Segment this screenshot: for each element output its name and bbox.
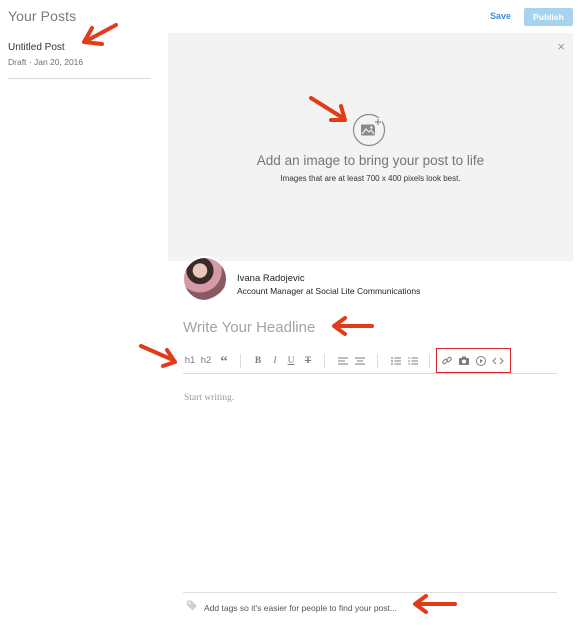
toolbar-divider xyxy=(429,354,430,368)
heading-2-button[interactable]: h2 xyxy=(199,352,213,370)
sidebar-title: Your Posts xyxy=(8,8,77,24)
italic-button[interactable]: I xyxy=(269,352,281,370)
author-avatar xyxy=(182,256,228,302)
annotation-arrow-icon xyxy=(332,316,374,336)
headline-input[interactable]: Write Your Headline xyxy=(183,319,315,336)
bulleted-list-icon[interactable] xyxy=(390,352,402,370)
tags-divider xyxy=(183,592,557,593)
annotation-arrow-icon xyxy=(82,23,118,46)
tags-input[interactable]: Add tags so it's easier for people to fi… xyxy=(204,603,397,613)
quote-button[interactable]: “ xyxy=(217,352,231,370)
body-input[interactable]: Start writing. xyxy=(184,393,234,403)
publish-button[interactable]: Publish xyxy=(524,8,573,26)
author-name: Ivana Radojevic xyxy=(237,273,305,284)
post-meta: Draft · Jan 20, 2016 xyxy=(8,57,84,67)
bold-button[interactable]: B xyxy=(252,352,264,370)
toolbar-divider xyxy=(324,354,325,368)
strikethrough-button[interactable]: T xyxy=(302,352,314,370)
numbered-list-icon[interactable] xyxy=(407,352,419,370)
toolbar-divider xyxy=(377,354,378,368)
heading-1-button[interactable]: h1 xyxy=(183,352,197,370)
sidebar-divider xyxy=(8,78,151,79)
align-center-icon[interactable] xyxy=(354,352,366,370)
tag-icon xyxy=(187,600,197,611)
image-area-subtext: Images that are at least 700 x 400 pixel… xyxy=(280,174,461,183)
toolbar-divider xyxy=(240,354,241,368)
underline-button[interactable]: U xyxy=(285,352,297,370)
annotation-arrow-icon xyxy=(309,96,347,122)
toolbar-divider-line xyxy=(183,373,557,374)
close-icon[interactable]: × xyxy=(557,39,565,54)
image-upload-area[interactable]: × Add an image to bring your post to lif… xyxy=(168,33,573,261)
save-button[interactable]: Save xyxy=(490,11,511,21)
add-image-icon[interactable] xyxy=(352,113,386,147)
author-title: Account Manager at Social Lite Communica… xyxy=(237,286,421,296)
align-left-icon[interactable] xyxy=(337,352,349,370)
media-tools-highlight-box xyxy=(436,348,511,373)
annotation-arrow-icon xyxy=(413,594,457,614)
image-area-heading: Add an image to bring your post to life xyxy=(256,153,485,168)
annotation-arrow-icon xyxy=(139,344,177,368)
